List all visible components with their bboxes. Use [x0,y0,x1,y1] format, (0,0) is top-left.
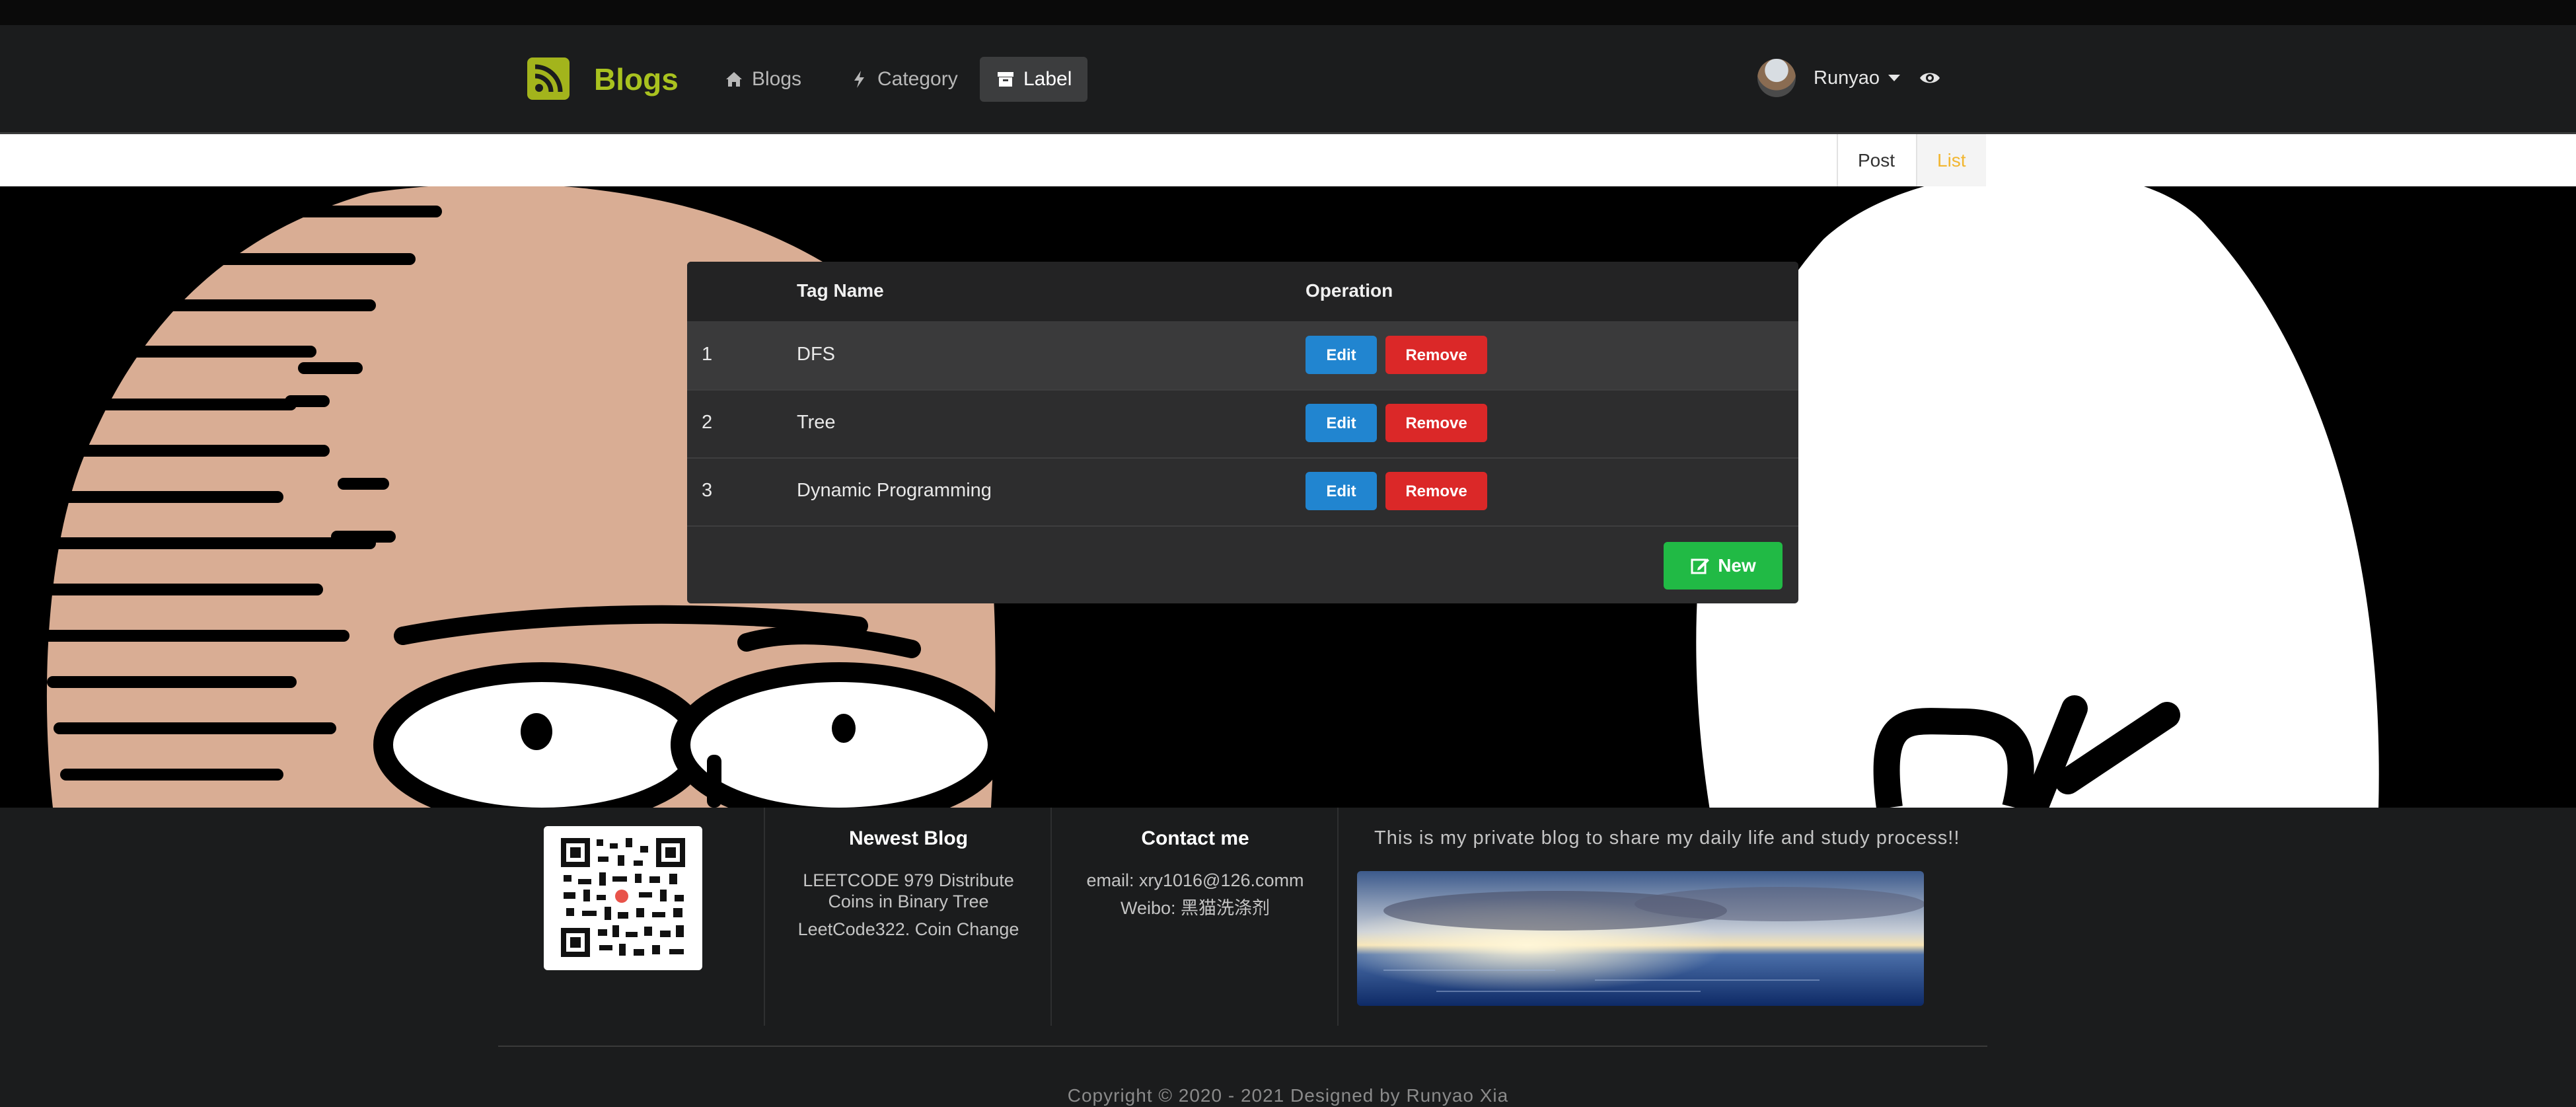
nav-item-label: Label [1023,68,1072,90]
remove-button[interactable]: Remove [1385,472,1487,510]
copyright-text: Copyright © 2020 - 2021 Designed by Runy… [1067,1085,1509,1106]
row-index: 1 [702,344,713,365]
nav-item-label: Blogs [752,68,802,90]
contact-heading: Contact me [1141,827,1249,849]
avatar[interactable] [1757,59,1796,97]
eye-icon[interactable] [1919,69,1941,87]
nav-item-blogs[interactable]: Blogs [708,57,817,102]
column-header-tag-name[interactable]: Tag Name [797,280,884,301]
newest-blog-link[interactable]: LeetCode322. Coin Change [766,919,1050,940]
remove-button[interactable]: Remove [1385,404,1487,442]
row-tag-name: Dynamic Programming [797,480,992,501]
table-row: 1 DFS Edit Remove [687,321,1798,391]
edit-button[interactable]: Edit [1306,472,1377,510]
footer-divider [1337,808,1339,1026]
archive-icon [998,72,1013,87]
top-navbar: Blogs Blogs Category Label Runyao [0,25,2576,134]
remove-button[interactable]: Remove [1385,336,1487,374]
user-name[interactable]: Runyao [1814,65,1880,91]
footer-divider [764,808,765,1026]
contact-weibo: Weibo: 黑猫洗涤剂 [1120,898,1270,918]
row-tag-name: Tree [797,412,836,433]
row-index: 3 [702,480,713,501]
rss-icon[interactable] [527,57,570,100]
home-icon [726,72,742,87]
table-row: 3 Dynamic Programming Edit Remove [687,457,1798,527]
edit-button[interactable]: Edit [1306,404,1377,442]
contact-email: email: xry1016@126.comm [1086,870,1304,890]
brand-title[interactable]: Blogs [594,59,679,99]
hero-background: Tag Name Operation 1 DFS Edit Remove 2 T… [0,186,2576,808]
footer: Newest Blog LEETCODE 979 Distribute Coin… [0,808,2576,1107]
footer-divider [1050,808,1052,1026]
new-button-label: New [1718,555,1756,576]
nav-item-category[interactable]: Category [834,57,974,102]
column-header-operation: Operation [1306,280,1393,301]
edit-button[interactable]: Edit [1306,336,1377,374]
row-tag-name: DFS [797,344,835,365]
tab-list[interactable]: List [1916,134,1986,186]
table-row: 2 Tree Edit Remove [687,389,1798,459]
edit-icon [1691,558,1710,574]
sunset-sea-image [1357,871,1924,1006]
table-header: Tag Name Operation [687,262,1798,321]
chevron-down-icon[interactable] [1888,75,1900,81]
row-index: 2 [702,412,713,433]
nav-item-label: Category [877,68,958,90]
footer-separator [498,1046,1987,1047]
newest-blog-link[interactable]: LEETCODE 979 Distribute Coins in Binary … [786,870,1031,912]
sub-navbar: Post List [0,134,2576,186]
bolt-icon [854,71,864,88]
window-top-strip [0,0,2576,25]
tab-post[interactable]: Post [1837,134,1915,186]
tag-table: Tag Name Operation 1 DFS Edit Remove 2 T… [687,262,1798,603]
qr-code-image [544,826,702,970]
nav-item-label-active[interactable]: Label [980,57,1088,102]
newest-blog-heading: Newest Blog [848,827,969,849]
footer-tagline: This is my private blog to share my dail… [1374,827,1960,849]
new-tag-button[interactable]: New [1664,542,1783,590]
